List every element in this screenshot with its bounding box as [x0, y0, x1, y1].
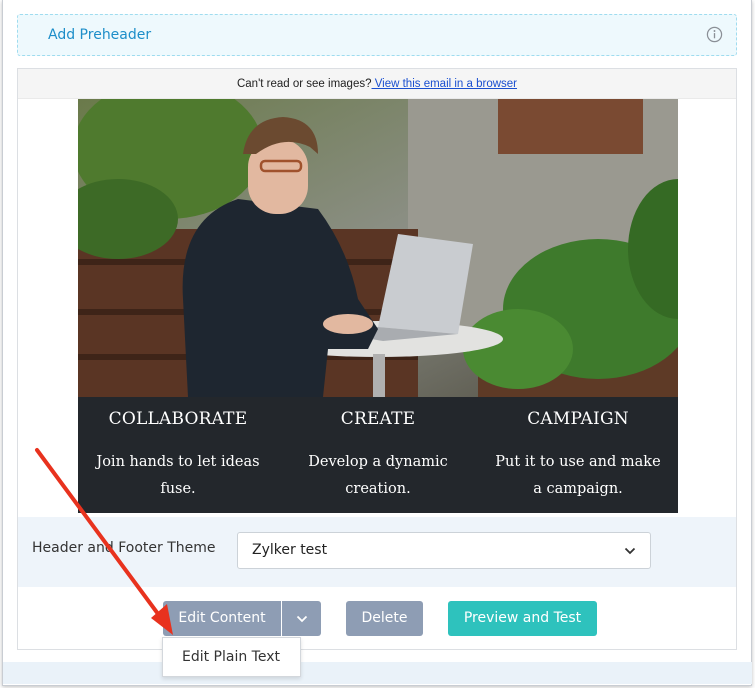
bottom-bar — [3, 662, 752, 684]
feature-description: Put it to use and make a campaign. — [495, 454, 661, 497]
preview-and-test-button[interactable]: Preview and Test — [448, 601, 597, 636]
preheader-box[interactable]: Add Preheader — [17, 14, 737, 56]
edit-options-toggle[interactable] — [282, 601, 321, 636]
action-buttons-row: Edit Content Delete Preview and Test — [18, 587, 736, 649]
feature-title: CAMPAIGN — [527, 409, 629, 429]
delete-button[interactable]: Delete — [346, 601, 423, 636]
info-icon[interactable] — [706, 26, 723, 43]
add-preheader-link[interactable]: Add Preheader — [48, 27, 151, 43]
feature-collaborate: COLLABORATE Join hands to let ideas fuse… — [78, 397, 278, 513]
view-in-browser-link[interactable]: View this email in a browser — [372, 78, 517, 90]
feature-title: CREATE — [340, 409, 416, 429]
chevron-down-icon — [296, 615, 307, 623]
theme-select[interactable]: Zylker test — [237, 532, 651, 569]
view-prompt-text: Can't read or see images? — [236, 78, 372, 90]
feature-title: COLLABORATE — [108, 409, 248, 429]
feature-description: Develop a dynamic creation. — [308, 454, 448, 497]
theme-selected-value: Zylker test — [252, 542, 328, 558]
feature-create: CREATE Develop a dynamic creation. — [278, 397, 478, 513]
chevron-down-icon — [624, 547, 636, 555]
theme-label: Header and Footer Theme — [32, 540, 216, 556]
view-in-browser-bar: Can't read or see images? View this emai… — [18, 69, 736, 99]
email-content-block: Can't read or see images? View this emai… — [17, 68, 737, 650]
features-row: COLLABORATE Join hands to let ideas fuse… — [78, 397, 678, 513]
feature-campaign: CAMPAIGN Put it to use and make a campai… — [478, 397, 678, 513]
feature-description: Join hands to let ideas fuse. — [96, 454, 260, 497]
edit-content-button[interactable]: Edit Content — [163, 601, 281, 636]
hero-image — [78, 99, 678, 397]
edit-plain-text-menu-item[interactable]: Edit Plain Text — [162, 637, 301, 677]
theme-settings-bar: Header and Footer Theme Zylker test — [18, 517, 736, 587]
